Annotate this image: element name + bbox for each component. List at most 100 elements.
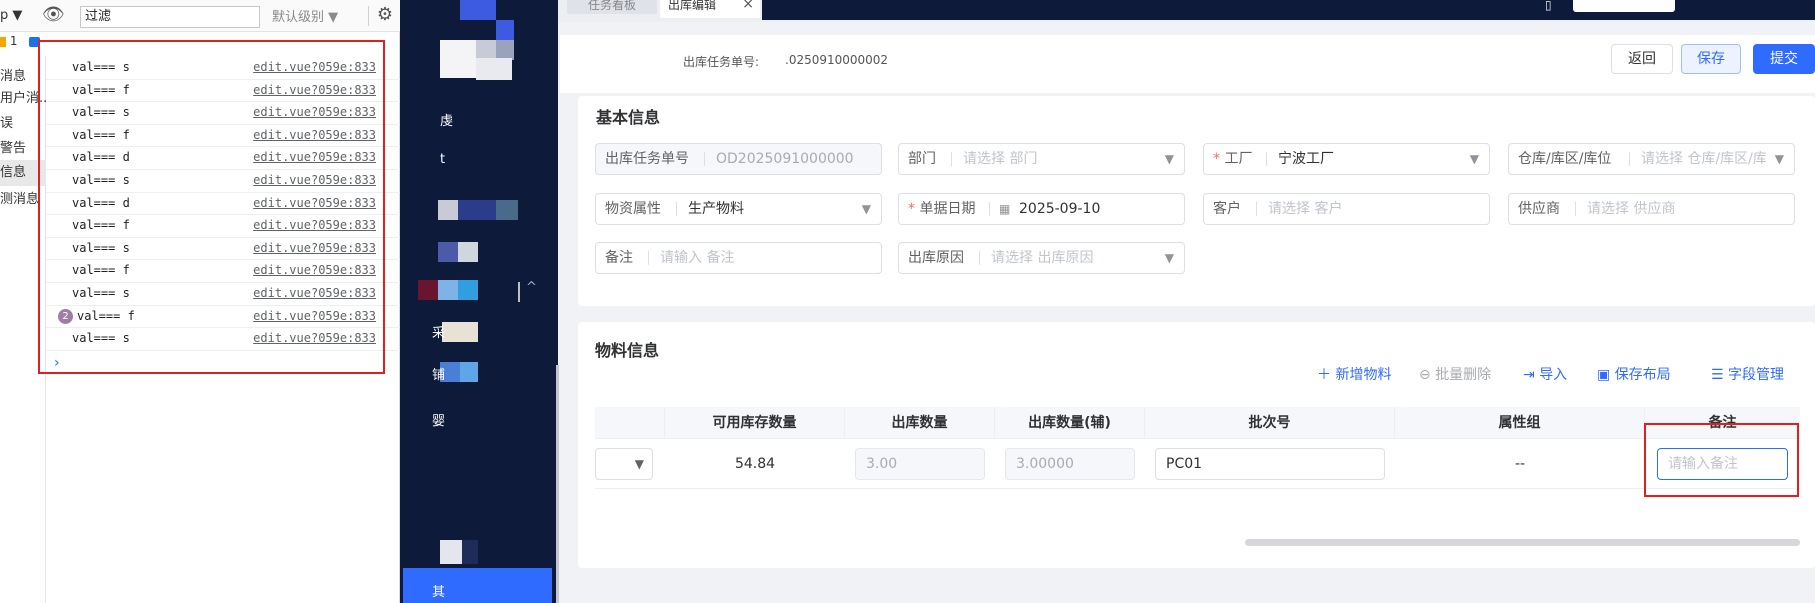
- nav-item-label[interactable]: 采: [432, 322, 445, 341]
- task-number-value: .0250910000002: [785, 53, 889, 67]
- column-header: 出库数量(辅): [995, 407, 1145, 439]
- form-field-label: 出库原因: [908, 243, 964, 273]
- nav-item-active[interactable]: 其: [403, 568, 552, 603]
- form-field[interactable]: 备注 请输入 备注: [595, 242, 882, 274]
- form-field-divider: [676, 202, 677, 216]
- minus-circle-icon: ⊖: [1419, 367, 1431, 383]
- form-field-divider: [648, 251, 649, 265]
- tab-outbound-edit[interactable]: 出库编辑 ×: [660, 0, 760, 18]
- task-number-label: 出库任务单号:: [683, 55, 760, 69]
- save-button[interactable]: 保存: [1681, 44, 1741, 74]
- tab-task-board[interactable]: 任务看板: [567, 0, 657, 14]
- pixelated-area: [440, 540, 462, 564]
- user-menu[interactable]: [1573, 0, 1675, 12]
- pixelated-area: [442, 322, 478, 342]
- batch-number-input[interactable]: PC01: [1155, 448, 1385, 480]
- material-table: 可用库存数量 出库数量 出库数量(辅) 批次号 属性组 备注 ▼ 54.84 3…: [595, 407, 1800, 489]
- pixelated-area: [458, 200, 496, 220]
- pixelated-area: [496, 20, 514, 40]
- form-field[interactable]: 出库任务单号 OD20250910000002: [595, 143, 882, 175]
- gear-icon[interactable]: ⚙: [374, 4, 396, 26]
- qty-aux-input[interactable]: 3.00000: [1005, 448, 1135, 480]
- nav-item-label[interactable]: 虔: [440, 110, 453, 129]
- user-icon[interactable]: ▯: [1545, 0, 1552, 12]
- chevron-down-icon: ▼: [1164, 152, 1174, 166]
- form-field-label-text: 出库原因: [908, 250, 964, 266]
- form-field-label-text: 单据日期: [919, 201, 976, 217]
- close-icon[interactable]: ×: [742, 0, 754, 11]
- nav-item-label[interactable]: t: [440, 152, 445, 167]
- form-field-label-text: 仓库/库区/库位: [1518, 151, 1612, 167]
- form-field[interactable]: 出库原因 请选择 出库原因 ▼: [898, 242, 1185, 274]
- vertical-scrollbar[interactable]: [556, 365, 559, 603]
- form-field-label-text: 物资属性: [605, 201, 661, 217]
- form-field[interactable]: 部门 请选择 部门 ▼: [898, 143, 1185, 175]
- pixelated-area: [458, 280, 478, 300]
- save-layout-label: 保存布局: [1614, 367, 1671, 383]
- form-field-label: 备注: [605, 243, 633, 273]
- sliders-icon: ☰: [1711, 367, 1724, 383]
- pixelated-area: [476, 40, 496, 58]
- section-title: 物料信息: [595, 341, 660, 360]
- attr-group-cell: --: [1514, 456, 1526, 472]
- nav-item-label[interactable]: 婴: [432, 410, 445, 429]
- nav-scroll-thumb[interactable]: [518, 282, 520, 302]
- form-field-value: OD20250910000002: [716, 151, 853, 167]
- form-field-value: 请选择 客户: [1268, 201, 1343, 217]
- form-field[interactable]: * 单据日期 ▦ 2025-09-10: [898, 193, 1185, 225]
- toolbar-divider: [368, 6, 369, 26]
- highlight-box: [1644, 423, 1799, 497]
- nav-item-label[interactable]: 铺: [432, 364, 445, 383]
- qty-input[interactable]: 3.00: [855, 448, 985, 480]
- batch-delete-button[interactable]: ⊖ 批量删除: [1419, 364, 1491, 384]
- form-field-value: 请选择 供应商: [1587, 201, 1676, 217]
- pixelated-area: [438, 242, 458, 262]
- back-button[interactable]: 返回: [1611, 44, 1673, 74]
- field-manage-button[interactable]: ☰ 字段管理: [1711, 364, 1784, 384]
- form-field-value: 请选择 出库原因: [991, 250, 1094, 266]
- pixelated-area: [476, 58, 512, 80]
- form-field-divider: [979, 251, 980, 265]
- eye-icon[interactable]: 👁: [42, 4, 65, 25]
- horizontal-scrollbar[interactable]: [1245, 539, 1800, 546]
- unit-select[interactable]: ▼: [595, 448, 653, 480]
- import-icon: ⇥: [1523, 367, 1535, 383]
- warning-icon: [0, 36, 6, 47]
- form-field-value: 请输入 备注: [660, 250, 735, 266]
- chevron-down-icon: ▼: [861, 202, 871, 216]
- chevron-up-icon[interactable]: ^: [526, 280, 537, 295]
- warning-count: 1: [9, 34, 18, 48]
- batch-delete-label: 批量删除: [1435, 367, 1492, 383]
- form-field-label: 物资属性: [605, 194, 661, 224]
- section-title: 基本信息: [596, 108, 661, 127]
- form-field[interactable]: 物资属性 生产物料 ▼: [595, 193, 882, 225]
- submit-button[interactable]: 提交: [1753, 44, 1815, 74]
- console-toolbar: p ▼ 👁 过滤 默认级别 ▼ ⚙: [0, 0, 400, 32]
- column-header: 属性组: [1395, 407, 1645, 439]
- form-field[interactable]: 仓库/库区/库位 请选择 仓库/库区/库 ▼: [1508, 143, 1795, 175]
- pixelated-area: [440, 40, 476, 78]
- form-field-label-text: 部门: [908, 151, 936, 167]
- form-field-value: 2025-09-10: [1019, 201, 1101, 217]
- import-button[interactable]: ⇥ 导入: [1523, 364, 1567, 384]
- save-layout-button[interactable]: ▣ 保存布局: [1597, 364, 1671, 384]
- form-field-label: 出库任务单号: [605, 144, 689, 174]
- required-mark: *: [908, 201, 920, 217]
- form-field[interactable]: 供应商 请选择 供应商: [1508, 193, 1795, 225]
- form-field[interactable]: 客户 请选择 客户: [1203, 193, 1490, 225]
- form-field-label: * 工厂: [1213, 144, 1252, 174]
- app-sidebar: ^ 虔 t 采 铺 婴: [400, 0, 558, 603]
- context-selector[interactable]: p ▼: [0, 8, 22, 23]
- chevron-down-icon: ▼: [1469, 152, 1479, 166]
- log-level-select[interactable]: 默认级别 ▼: [272, 6, 338, 25]
- field-manage-label: 字段管理: [1728, 367, 1785, 383]
- form-field[interactable]: * 工厂 宁波工厂 ▼: [1203, 143, 1490, 175]
- form-field-divider: [1575, 202, 1576, 216]
- form-field-value: 生产物料: [688, 201, 744, 217]
- filter-input[interactable]: 过滤: [80, 6, 260, 28]
- issue-counts[interactable]: 1: [0, 34, 41, 52]
- pixelated-area: [438, 200, 458, 220]
- add-material-button[interactable]: ＋ 新增物料: [1317, 364, 1391, 384]
- form-field-value: 宁波工厂: [1278, 151, 1334, 167]
- import-label: 导入: [1539, 367, 1568, 383]
